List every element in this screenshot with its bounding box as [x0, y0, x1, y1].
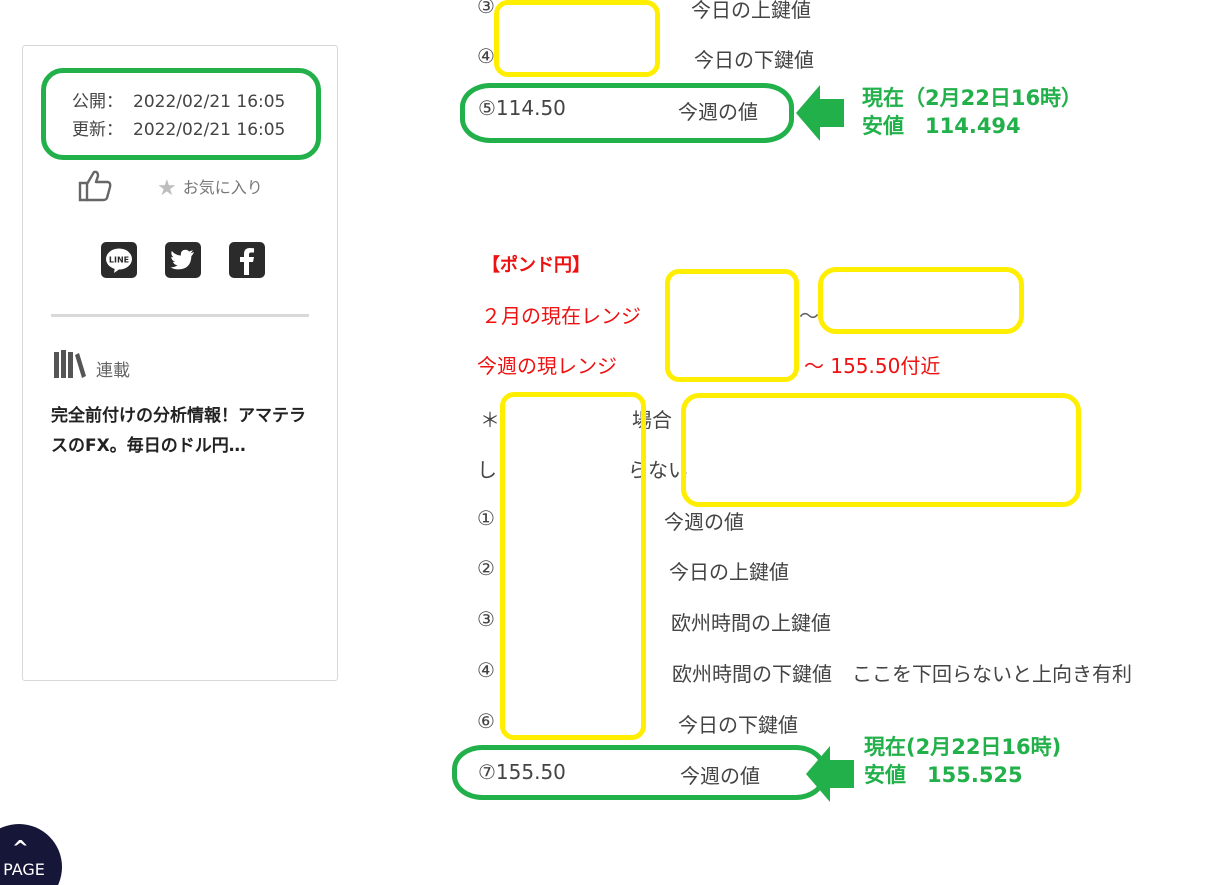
updated-date: 更新： 2022/02/21 16:05: [72, 120, 286, 140]
gbpjpy-current-note: 現在(2月22日16時) 安値 155.525: [864, 735, 1062, 787]
value-highlight: [460, 83, 794, 143]
usdjpy-line-4-label: 今日の下鍵値: [694, 48, 814, 72]
usdjpy-line-4: ④: [477, 44, 495, 68]
week-range-value: ～ 155.50付近: [804, 354, 941, 378]
redaction-box: [681, 393, 1081, 507]
gbpjpy-line-4: ④: [477, 658, 495, 682]
favorite-button[interactable]: ★ お気に入り: [157, 174, 263, 201]
note-line-start: ＊: [480, 408, 500, 432]
gbpjpy-line-3-label: 欧州時間の上鍵値: [671, 611, 831, 635]
gbpjpy-heading: 【ポンド円】: [482, 255, 590, 276]
date-highlight: 公開： 2022/02/21 16:05 更新： 2022/02/21 16:05: [41, 68, 321, 160]
gbpjpy-line-1-label: 今週の値: [664, 510, 744, 534]
series-label: 連載: [96, 361, 130, 381]
redaction-box: [494, 0, 660, 77]
published-date: 公開： 2022/02/21 16:05: [72, 92, 286, 112]
arrow-left-icon: [796, 85, 844, 141]
article-info-card: 公開： 2022/02/21 16:05 更新： 2022/02/21 16:05 …: [22, 45, 338, 681]
value-highlight: [452, 745, 826, 800]
month-range-label: ２月の現在レンジ: [481, 304, 641, 328]
gbpjpy-line-1: ①: [477, 506, 495, 530]
usdjpy-current-note: 現在（2月22日16時） 安値 114.494: [862, 86, 1083, 138]
gbpjpy-line-4-label: 欧州時間の下鍵値 ここを下回らないと上向き有利: [672, 662, 1132, 686]
chevron-up-icon: ^: [12, 836, 29, 860]
series-title-link[interactable]: 完全前付けの分析情報！アマテラスのFX。毎日のドル円…: [51, 401, 317, 461]
star-icon: ★: [157, 176, 177, 201]
week-range-label: 今週の現レンジ: [477, 354, 617, 378]
gbpjpy-line-6-label: 今日の下鍵値: [678, 713, 798, 737]
gbpjpy-line-3: ③: [477, 607, 495, 631]
gbpjpy-line-6: ⑥: [477, 709, 495, 733]
note-line2-start: し: [477, 458, 497, 482]
svg-text:LINE: LINE: [109, 256, 129, 265]
redaction-box: [818, 267, 1024, 334]
facebook-share-icon[interactable]: [229, 242, 265, 278]
line-share-icon[interactable]: LINE: [101, 242, 137, 278]
month-range-tilde: ～: [799, 304, 819, 328]
sidebar-divider: [51, 314, 309, 317]
twitter-share-icon[interactable]: [165, 242, 201, 278]
gbpjpy-line-2: ②: [477, 556, 495, 580]
usdjpy-line-3: ③: [477, 0, 495, 18]
books-icon: [54, 350, 86, 378]
gbpjpy-line-2-label: 今日の上鍵値: [669, 560, 789, 584]
usdjpy-line-3-label: 今日の上鍵値: [691, 0, 811, 22]
arrow-left-icon: [806, 746, 854, 802]
redaction-box: [665, 269, 799, 382]
thumbs-up-icon[interactable]: [77, 168, 113, 204]
redaction-box: [500, 392, 646, 740]
page-top-button[interactable]: ^ PAGE: [0, 824, 62, 885]
